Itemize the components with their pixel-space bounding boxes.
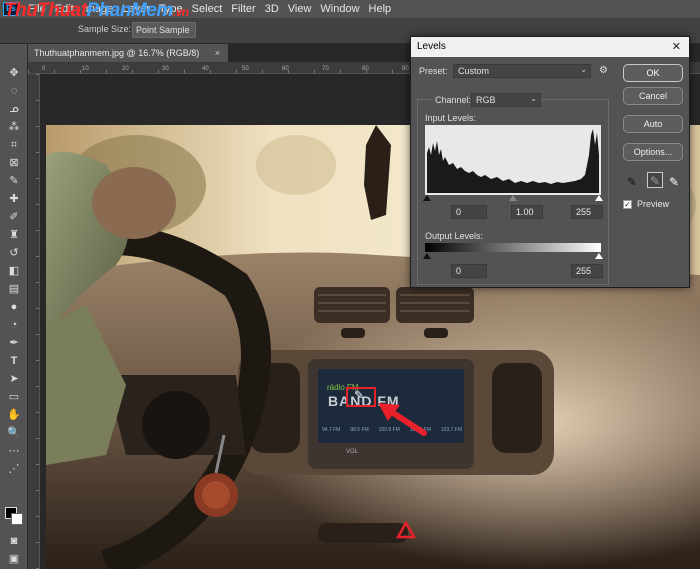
sample-size-label: Sample Size:	[78, 24, 132, 34]
watermark-part1: ThuThuat	[4, 0, 87, 21]
magic-wand-tool-icon[interactable]: ⁂	[7, 120, 21, 134]
histogram	[425, 125, 601, 195]
close-icon[interactable]: ✕	[672, 40, 681, 53]
menu-view[interactable]: View	[288, 3, 312, 15]
watermark-part2: PhanMem	[86, 0, 174, 21]
watermark-part3: .vn	[172, 5, 189, 19]
clone-stamp-tool-icon[interactable]: ♜	[7, 228, 21, 242]
preview-checkbox[interactable]: ✓	[623, 200, 632, 209]
zoom-tool-icon[interactable]: 🔍	[7, 426, 21, 440]
close-document-icon[interactable]: ×	[215, 44, 220, 62]
edit-toolbar-icon[interactable]: ⋰	[7, 462, 21, 476]
path-selection-tool-icon[interactable]: ➤	[7, 372, 21, 386]
cancel-button[interactable]: Cancel	[623, 87, 683, 105]
menu-window[interactable]: Window	[320, 3, 359, 15]
eyedropper-cursor-icon: ✎	[354, 388, 365, 402]
radio-freq: 98.5 FM	[350, 427, 369, 433]
ruler-mark: 20	[122, 66, 129, 72]
options-button[interactable]: Options...	[623, 143, 683, 161]
output-gradient-bar	[425, 243, 601, 252]
input-black-slider[interactable]	[423, 195, 431, 201]
red-arrow-icon	[378, 403, 427, 436]
input-gamma-slider[interactable]	[509, 195, 517, 201]
ruler-mark: 80	[362, 66, 369, 72]
frame-tool-icon[interactable]: ⊠	[7, 156, 21, 170]
type-tool-icon[interactable]: T	[7, 354, 21, 368]
ruler-mark: 50	[242, 66, 249, 72]
output-white-slider[interactable]	[595, 253, 603, 259]
output-black-slider[interactable]	[423, 253, 431, 259]
input-white-field[interactable]: 255	[571, 205, 603, 219]
white-point-eyedropper-icon[interactable]: ✎	[669, 175, 679, 189]
channel-value: RGB	[476, 95, 496, 105]
input-black-field[interactable]: 0	[451, 205, 487, 219]
levels-title-bar[interactable]: Levels ✕	[411, 37, 689, 57]
menu-filter[interactable]: Filter	[231, 3, 255, 15]
healing-brush-tool-icon[interactable]: ✚	[7, 192, 21, 206]
gradient-tool-icon[interactable]: ▤	[7, 282, 21, 296]
blur-tool-icon[interactable]: ●	[7, 300, 21, 314]
lasso-tool-icon[interactable]: ᓄ	[7, 102, 21, 116]
more-tools-icon[interactable]: ⋯	[7, 444, 21, 458]
menu-help[interactable]: Help	[369, 3, 392, 15]
preset-options-gear-icon[interactable]: ⚙	[599, 65, 608, 76]
ruler-mark: 10	[82, 66, 89, 72]
menu-select[interactable]: Select	[192, 3, 223, 15]
dodge-tool-icon[interactable]: ◔	[7, 318, 21, 332]
tools-panel: ✥ ◌ ᓄ ⁂ ⌗ ⊠ ✎ ✚ ✐ ♜ ↺ ◧ ▤ ● ◔ ✒ T ➤ ▭ ✋ …	[0, 44, 28, 569]
crop-tool-icon[interactable]: ⌗	[7, 138, 21, 152]
radio-vol-label: VOL	[346, 449, 359, 455]
radio-freq: 103.7 FM	[440, 427, 462, 433]
history-brush-tool-icon[interactable]: ↺	[7, 246, 21, 260]
ruler-mark: 70	[322, 66, 329, 72]
input-white-slider[interactable]	[595, 195, 603, 201]
ruler-mark: 40	[202, 66, 209, 72]
screen-mode-icon[interactable]: ▣	[7, 552, 21, 566]
preview-label: Preview	[637, 199, 670, 209]
move-tool-icon[interactable]: ✥	[7, 66, 21, 80]
levels-title: Levels	[417, 41, 446, 52]
preset-label: Preset:	[419, 66, 448, 76]
radio-freq: 94.7 FM	[322, 427, 341, 433]
preset-select[interactable]: Custom ⌄	[453, 64, 591, 78]
eyedropper-tool-icon[interactable]: ✎	[7, 174, 21, 188]
hand-tool-icon[interactable]: ✋	[7, 408, 21, 422]
levels-dialog: Levels ✕ Preset: Custom ⌄ ⚙ OK Cancel Au…	[410, 36, 690, 288]
channel-select[interactable]: RGB ⌄	[471, 93, 541, 107]
output-white-field[interactable]: 255	[571, 264, 603, 278]
pen-tool-icon[interactable]: ✒	[7, 336, 21, 350]
input-gamma-field[interactable]: 1.00	[511, 205, 543, 219]
sample-size-select[interactable]: Point Sample	[132, 22, 196, 38]
ruler-mark: 0	[42, 66, 46, 72]
ruler-mark: 30	[162, 66, 169, 72]
document-tab[interactable]: Thuthuatphanmem.jpg @ 16.7% (RGB/8) ×	[28, 44, 228, 62]
channel-label: Channel:	[433, 95, 474, 105]
black-point-eyedropper-icon[interactable]: ✎	[627, 175, 637, 189]
rectangle-tool-icon[interactable]: ▭	[7, 390, 21, 404]
output-levels-label: Output Levels:	[425, 231, 484, 241]
marquee-tool-icon[interactable]: ◌	[7, 84, 21, 98]
chevron-down-icon: ⌄	[530, 94, 537, 103]
ok-button[interactable]: OK	[623, 64, 683, 82]
eraser-tool-icon[interactable]: ◧	[7, 264, 21, 278]
brush-tool-icon[interactable]: ✐	[7, 210, 21, 224]
background-color-swatch[interactable]	[11, 513, 23, 525]
preset-value: Custom	[458, 66, 490, 76]
input-levels-label: Input Levels:	[425, 113, 477, 123]
chevron-down-icon: ⌄	[580, 65, 587, 74]
watermark-logo: ThuThuatPhanMem.vn	[4, 0, 189, 22]
menu-3d[interactable]: 3D	[265, 3, 279, 15]
output-black-field[interactable]: 0	[451, 264, 487, 278]
ruler-mark: 90	[402, 66, 409, 72]
ruler-left[interactable]	[28, 74, 40, 569]
gray-point-eyedropper-icon[interactable]: ✎	[647, 172, 663, 188]
auto-button[interactable]: Auto	[623, 115, 683, 133]
quick-mask-icon[interactable]: ◙	[7, 534, 21, 548]
document-tab-title: Thuthuatphanmem.jpg @ 16.7% (RGB/8)	[34, 48, 200, 58]
ruler-mark: 60	[282, 66, 289, 72]
